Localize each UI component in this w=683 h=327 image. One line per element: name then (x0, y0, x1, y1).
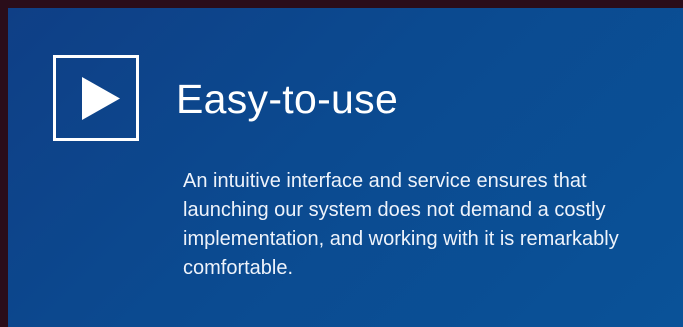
feature-title: Easy-to-use (176, 76, 399, 122)
feature-description: An intuitive interface and service ensur… (183, 170, 619, 279)
play-icon (82, 77, 120, 120)
play-icon-box (53, 55, 139, 141)
feature-card: Easy-to-use An intuitive interface and s… (8, 8, 683, 327)
